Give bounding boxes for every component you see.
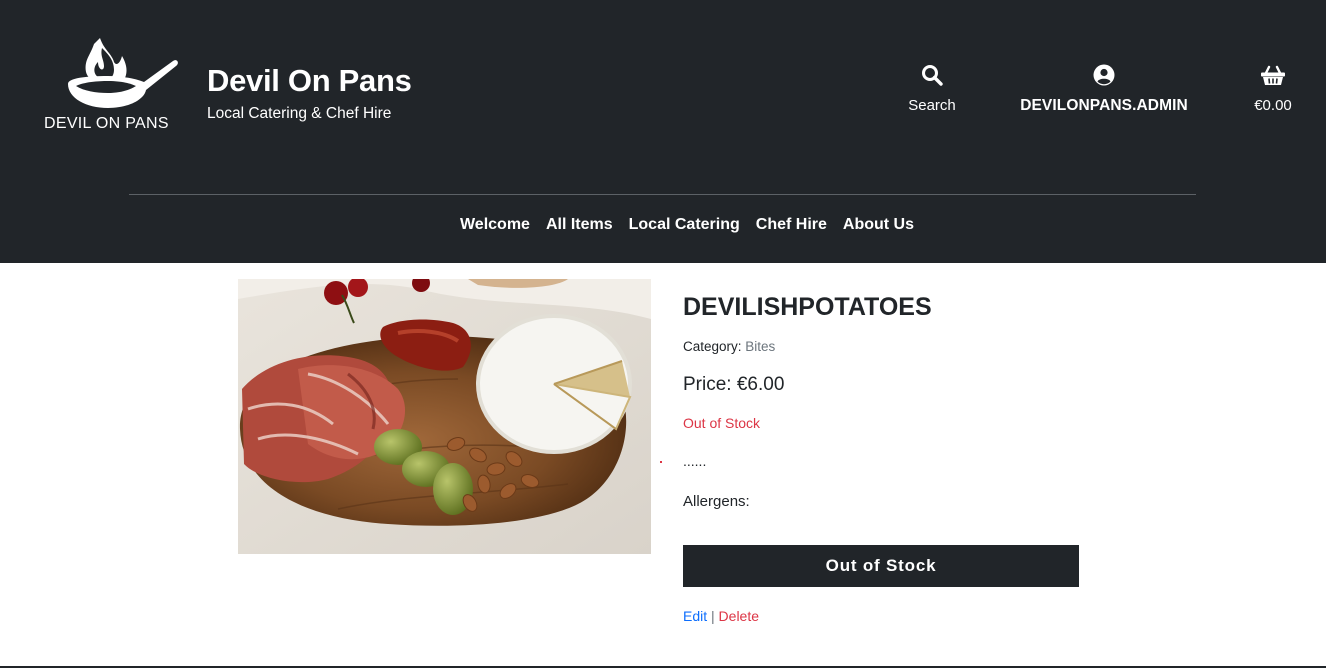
search-icon <box>921 62 943 88</box>
delete-link[interactable]: Delete <box>719 608 759 624</box>
out-of-stock-button[interactable]: Out of Stock <box>683 545 1079 587</box>
account-label: DEVILONPANS.ADMIN <box>1020 97 1188 114</box>
admin-links: Edit | Delete <box>683 608 759 624</box>
nav-item-about-us[interactable]: About Us <box>843 216 914 234</box>
header-divider <box>129 194 1196 195</box>
product-image[interactable] <box>238 279 651 554</box>
edit-link[interactable]: Edit <box>683 608 707 624</box>
site-logo[interactable]: DEVIL ON PANS <box>40 36 182 136</box>
account-menu[interactable]: DEVILONPANS.ADMIN <box>1012 62 1196 115</box>
product-price: Price: €6.00 <box>683 374 785 395</box>
admin-separator: | <box>711 608 715 624</box>
nav-item-all-items[interactable]: All Items <box>546 216 613 234</box>
basket-icon <box>1260 62 1286 88</box>
flaming-pan-icon <box>68 38 178 108</box>
search-label: Search <box>908 97 956 114</box>
nav-item-chef-hire[interactable]: Chef Hire <box>756 216 827 234</box>
main-nav: Welcome All Items Local Catering Chef Hi… <box>0 216 1326 234</box>
product-allergens: Allergens: <box>683 493 750 510</box>
decorative-dot <box>660 461 662 463</box>
cart-link[interactable]: €0.00 <box>1248 62 1298 114</box>
brand-title[interactable]: Devil On Pans <box>207 63 412 99</box>
cart-total: €0.00 <box>1254 97 1292 114</box>
stock-status: Out of Stock <box>683 415 761 431</box>
product-category: Category: Bites <box>683 339 775 354</box>
nav-item-local-catering[interactable]: Local Catering <box>629 216 740 234</box>
category-label: Category: <box>683 339 746 354</box>
user-circle-icon <box>1093 62 1115 88</box>
site-header: DEVIL ON PANS Devil On Pans Local Cateri… <box>0 0 1326 263</box>
product-name: DEVILISHPOTATOES <box>683 293 932 321</box>
logo-text: DEVIL ON PANS <box>44 115 169 132</box>
category-link[interactable]: Bites <box>745 339 775 354</box>
brand-tagline: Local Catering & Chef Hire <box>207 105 392 122</box>
search-toggle[interactable]: Search <box>900 62 964 114</box>
product-description: ...... <box>683 453 707 469</box>
nav-item-welcome[interactable]: Welcome <box>460 216 530 234</box>
